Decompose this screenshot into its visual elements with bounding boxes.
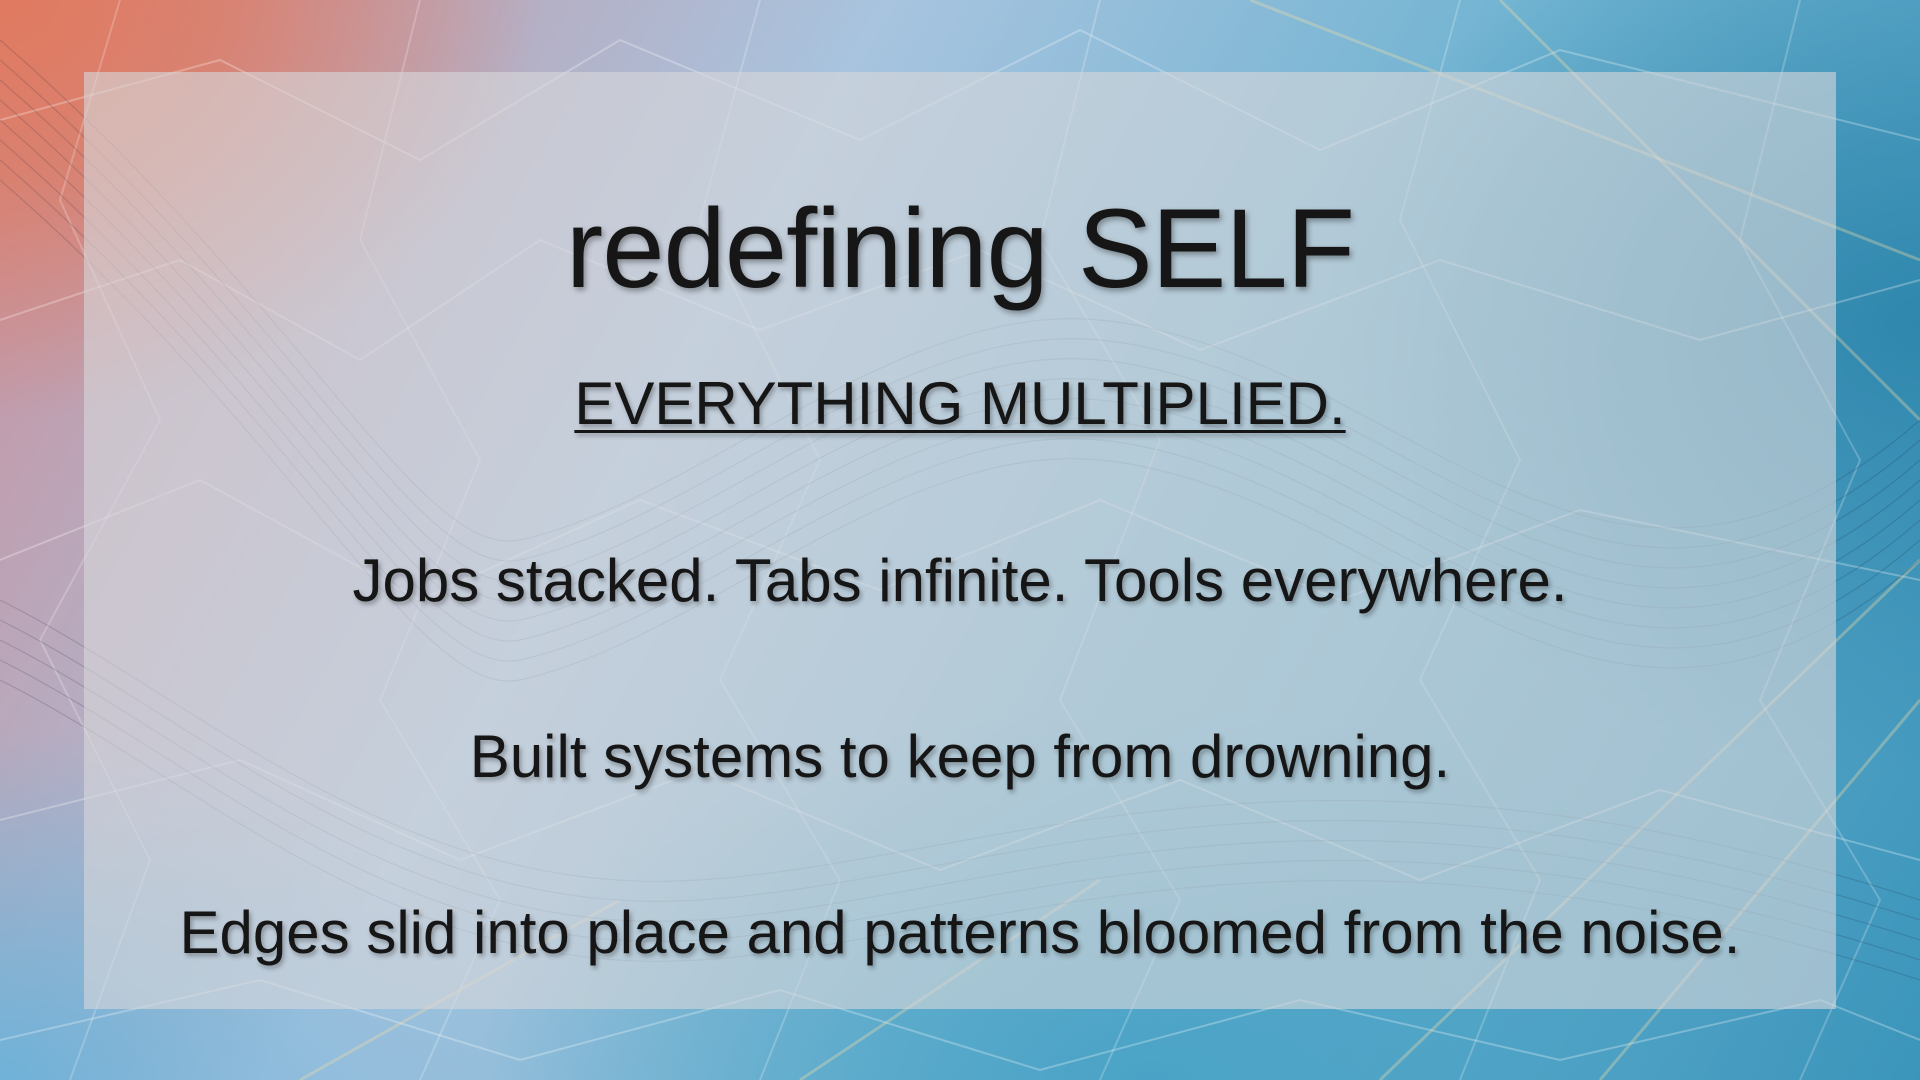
slide-subtitle: EVERYTHING MULTIPLIED.	[574, 370, 1346, 437]
content-panel: redefining SELF EVERYTHING MULTIPLIED. J…	[84, 72, 1836, 1009]
body-line-3: Edges slid into place and patterns bloom…	[179, 899, 1741, 966]
body-line-1: Jobs stacked. Tabs infinite. Tools every…	[352, 547, 1568, 614]
slide-title: redefining SELF	[565, 186, 1355, 311]
slide-content: redefining SELF EVERYTHING MULTIPLIED. J…	[84, 72, 1836, 1009]
body-line-2: Built systems to keep from drowning.	[469, 723, 1451, 790]
